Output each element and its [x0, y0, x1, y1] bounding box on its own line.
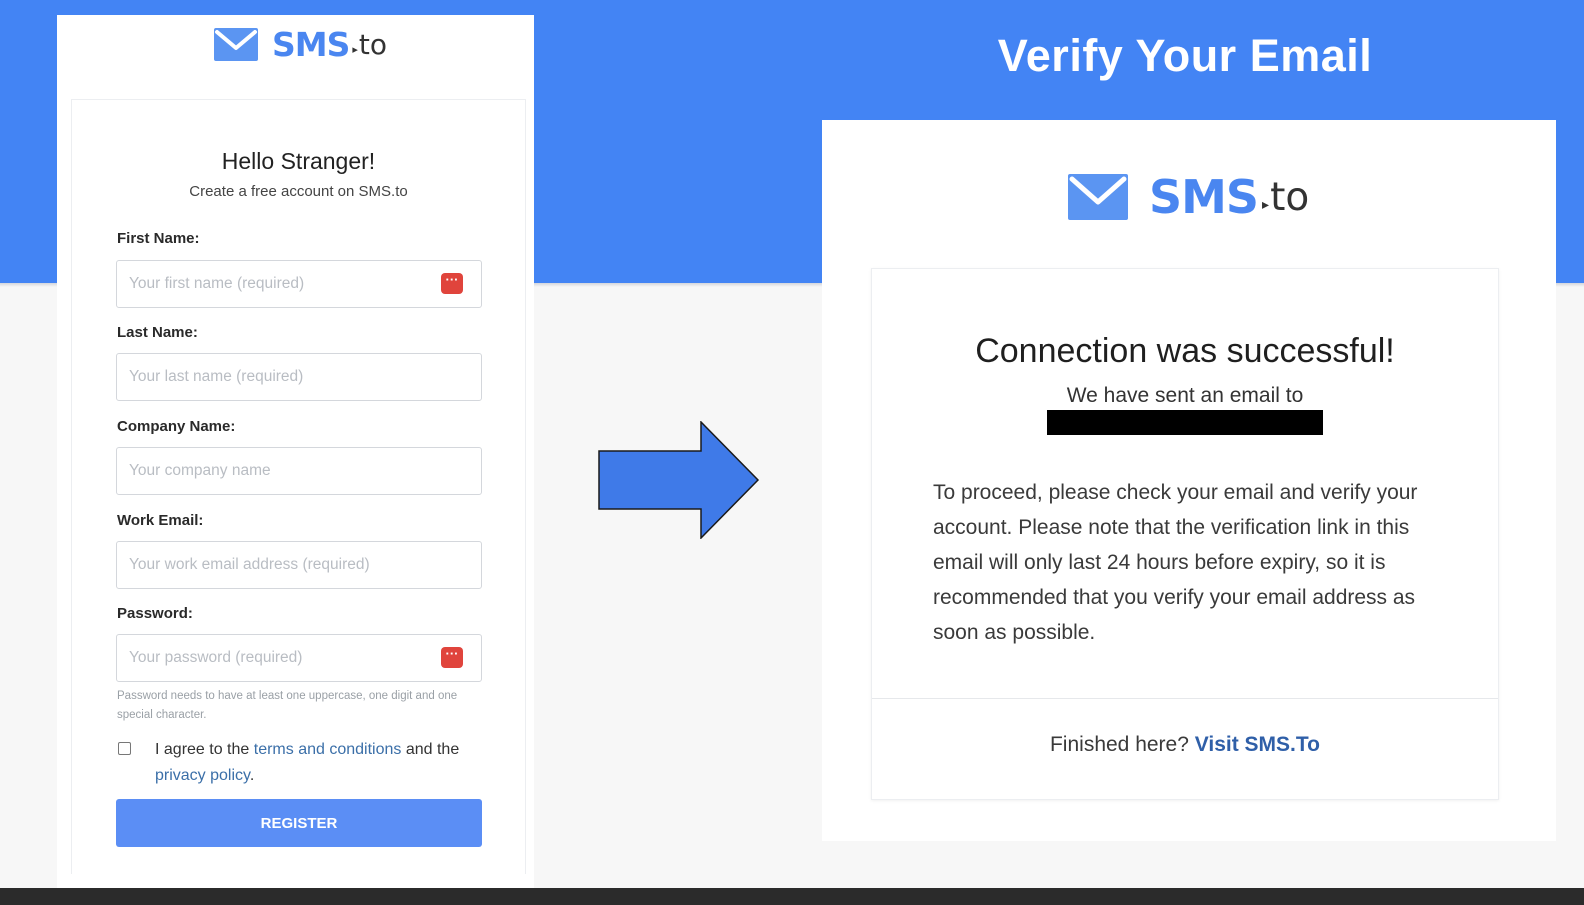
- logo-arrow-icon: ▸: [352, 44, 358, 56]
- sms-to-logo: SMS ▸ to: [1068, 170, 1309, 224]
- registration-panel: SMS ▸ to Hello Stranger! Create a free a…: [57, 15, 534, 888]
- logo-arrow-icon: ▸: [1262, 195, 1270, 212]
- success-title: Connection was successful!: [975, 332, 1395, 370]
- redacted-email-address: [1047, 410, 1323, 435]
- mail-icon: [214, 28, 258, 61]
- password-label: Password:: [117, 605, 193, 622]
- register-button[interactable]: REGISTER: [116, 799, 482, 847]
- agree-middle: and the: [405, 741, 460, 758]
- verification-instructions: To proceed, please check your email and …: [933, 481, 1418, 644]
- right-arrow-icon: [598, 421, 760, 539]
- confirmation-card: Connection was successful! We have sent …: [871, 268, 1499, 800]
- password-input[interactable]: [116, 634, 482, 682]
- terms-link[interactable]: terms and conditions: [254, 741, 402, 758]
- agree-suffix: .: [249, 767, 255, 784]
- last-name-input[interactable]: [116, 353, 482, 401]
- logo-suffix: to: [1270, 174, 1310, 220]
- first-name-input[interactable]: [116, 260, 482, 308]
- logo-brand: SMS: [1149, 170, 1259, 224]
- form-heading: Hello Stranger!: [221, 148, 376, 174]
- finished-line: Finished here? Visit SMS.To: [872, 733, 1498, 757]
- bottom-bar: [0, 888, 1584, 905]
- work-email-label: Work Email:: [117, 512, 204, 529]
- sms-to-logo: SMS ▸ to: [214, 25, 387, 64]
- visit-sms-to-link[interactable]: Visit SMS.To: [1195, 733, 1320, 756]
- company-name-label: Company Name:: [117, 418, 236, 435]
- registration-card: Hello Stranger! Create a free account on…: [71, 99, 526, 874]
- logo-brand: SMS: [272, 25, 350, 64]
- password-manager-icon[interactable]: ···: [441, 273, 463, 294]
- email-sent-line: We have sent an email to: [1066, 384, 1304, 407]
- agree-prefix: I agree to the: [155, 741, 250, 758]
- terms-agreement: I agree to the terms and conditions and …: [155, 737, 485, 789]
- logo-suffix: to: [358, 28, 388, 61]
- slide-title: Verify Your Email: [997, 30, 1373, 81]
- last-name-label: Last Name:: [117, 324, 198, 341]
- confirmation-panel: SMS ▸ to Connection was successful! We h…: [822, 120, 1556, 841]
- password-manager-icon[interactable]: ···: [441, 647, 463, 668]
- mail-icon: [1068, 174, 1128, 220]
- finished-prefix: Finished here?: [1049, 733, 1189, 756]
- form-subheading: Create a free account on SMS.to: [189, 183, 408, 200]
- company-name-input[interactable]: [116, 447, 482, 495]
- card-divider: [872, 698, 1498, 699]
- terms-checkbox[interactable]: [118, 742, 131, 755]
- privacy-link[interactable]: privacy policy: [155, 767, 250, 784]
- first-name-label: First Name:: [117, 230, 200, 247]
- work-email-input[interactable]: [116, 541, 482, 589]
- password-hint: Password needs to have at least one uppe…: [117, 690, 458, 721]
